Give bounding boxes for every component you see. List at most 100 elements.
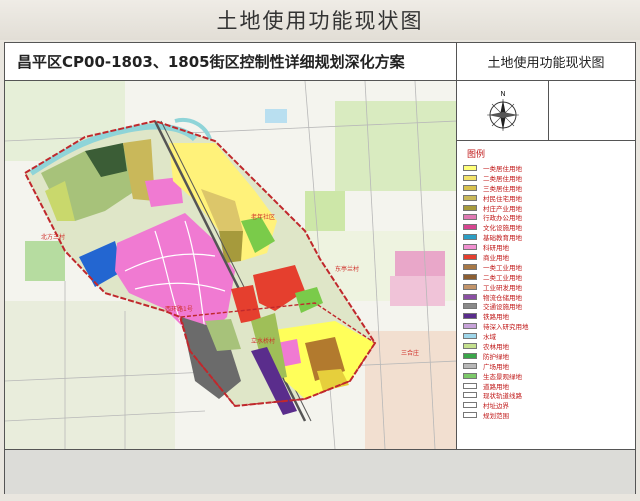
legend-label: 交通设施用地	[483, 303, 522, 312]
page-title: 土地使用功能现状图	[0, 0, 640, 40]
legend-swatch	[463, 283, 477, 290]
legend-swatch	[463, 362, 477, 369]
map-frame: 昌平区CP00-1803、1805街区控制性详细规划深化方案 土地使用功能现状图	[4, 42, 636, 494]
north-arrow-compass-icon: N	[486, 90, 519, 131]
legend-label: 三类居住用地	[483, 184, 522, 193]
legend-label: 村庄产业用地	[483, 204, 522, 213]
legend-swatch	[463, 382, 477, 389]
legend-label: 村址边界	[483, 402, 509, 411]
legend-swatch	[463, 253, 477, 260]
compass-box: N	[457, 81, 549, 141]
legend-item: 二类居住用地	[463, 173, 629, 183]
legend-swatch	[463, 263, 477, 270]
legend-label: 水域	[483, 333, 496, 342]
legend-label: 基础教育用地	[483, 234, 522, 243]
legend-item: 工业研发用地	[463, 282, 629, 292]
legend-item: 铁路用地	[463, 311, 629, 321]
legend-item: 待深入研究用地	[463, 321, 629, 331]
legend-label: 物流仓储用地	[483, 293, 522, 302]
legend-swatch	[463, 303, 477, 310]
legend-swatch	[463, 402, 477, 409]
legend-label: 工业研发用地	[483, 283, 522, 292]
legend-swatch	[463, 224, 477, 231]
legend-swatch	[463, 392, 477, 399]
legend-items: 一类居住用地 二类居住用地 三类居住用地 村民住宅用地 村庄产业用地 行政办公用地 文化设施…	[463, 163, 629, 420]
legend-panel: N 图例 一类居住用地 二类居住用地 三类居住用地 村民住宅用地 村庄产业用地 行政办公用…	[457, 81, 635, 449]
bg-block-ne	[335, 101, 456, 191]
legend-item: 防护绿地	[463, 351, 629, 361]
legend-label: 一类居住用地	[483, 164, 522, 173]
legend-label: 文化设施用地	[483, 224, 522, 233]
legend-swatch	[463, 352, 477, 359]
legend-swatch	[463, 412, 477, 419]
label-sanhezhuang: 三合庄	[401, 349, 419, 357]
legend-label: 一类工业用地	[483, 263, 522, 272]
legend-item: 科研用地	[463, 242, 629, 252]
legend-item: 三类居住用地	[463, 183, 629, 193]
legend-item: 基础教育用地	[463, 232, 629, 242]
legend-swatch	[463, 273, 477, 280]
north-letter: N	[500, 90, 505, 98]
legend-swatch	[463, 333, 477, 340]
green-block-2	[25, 241, 65, 281]
legend-swatch	[463, 194, 477, 201]
footer-bar	[5, 449, 635, 494]
legend-swatch	[463, 164, 477, 171]
legend-list: 图例 一类居住用地 二类居住用地 三类居住用地 村民住宅用地 村庄产业用地 行政办公用地文…	[457, 141, 635, 449]
legend-label: 商业用地	[483, 253, 509, 262]
land-use-map: 北方三村 西环路1号 老年社区 东亭兰村 立水桥村 三合庄	[5, 81, 457, 449]
legend-item: 一类居住用地	[463, 163, 629, 173]
legend-swatch	[463, 244, 477, 251]
legend-swatch	[463, 174, 477, 181]
legend-label: 行政办公用地	[483, 214, 522, 223]
legend-item: 村庄产业用地	[463, 203, 629, 213]
legend-label: 农林用地	[483, 342, 509, 351]
legend-item: 村民住宅用地	[463, 193, 629, 203]
legend-swatch	[463, 234, 477, 241]
label-west-ring-1: 西环路1号	[165, 305, 193, 313]
bg-block-se	[365, 331, 456, 449]
legend-label: 科研用地	[483, 244, 509, 253]
pink-block-e2	[390, 276, 445, 306]
legend-item: 行政办公用地	[463, 212, 629, 222]
label-village-north-3: 北方三村	[41, 233, 65, 241]
legend-label: 广场用地	[483, 362, 509, 371]
legend-item: 二类工业用地	[463, 272, 629, 282]
legend-label: 二类居住用地	[483, 174, 522, 183]
legend-label: 规划范围	[483, 412, 509, 421]
legend-swatch	[463, 184, 477, 191]
legend-item: 商业用地	[463, 252, 629, 262]
legend-label: 现状轨道线路	[483, 392, 522, 401]
plan-title: 昌平区CP00-1803、1805街区控制性详细规划深化方案	[5, 43, 457, 81]
legend-label: 待深入研究用地	[483, 323, 529, 332]
water-pond	[265, 109, 287, 123]
green-block-1	[305, 191, 345, 231]
legend-item: 水域	[463, 331, 629, 341]
legend-swatch	[463, 204, 477, 211]
map-canvas: 北方三村 西环路1号 老年社区 东亭兰村 立水桥村 三合庄	[5, 81, 456, 449]
legend-item: 现状轨道线路	[463, 390, 629, 400]
compass-side-box	[549, 81, 635, 141]
legend-item: 广场用地	[463, 361, 629, 371]
legend-swatch	[463, 313, 477, 320]
legend-item: 村址边界	[463, 400, 629, 410]
legend-item: 生态景观绿地	[463, 371, 629, 381]
legend-swatch	[463, 342, 477, 349]
legend-label: 防护绿地	[483, 352, 509, 361]
legend-label: 村民住宅用地	[483, 194, 522, 203]
legend-item: 规划范围	[463, 410, 629, 420]
label-senior-community: 老年社区	[251, 213, 275, 221]
legend-label: 生态景观绿地	[483, 372, 522, 381]
legend-item: 交通设施用地	[463, 301, 629, 311]
legend-title: 图例	[467, 150, 486, 160]
legend-swatch	[463, 214, 477, 221]
legend-swatch	[463, 293, 477, 300]
legend-item: 一类工业用地	[463, 262, 629, 272]
legend-item: 农林用地	[463, 341, 629, 351]
legend-item: 物流仓储用地	[463, 292, 629, 302]
legend-label: 铁路用地	[483, 313, 509, 322]
legend-item: 道路用地	[463, 381, 629, 391]
legend-label: 二类工业用地	[483, 273, 522, 282]
label-dongting-village: 东亭兰村	[335, 265, 359, 273]
legend-swatch	[463, 372, 477, 379]
